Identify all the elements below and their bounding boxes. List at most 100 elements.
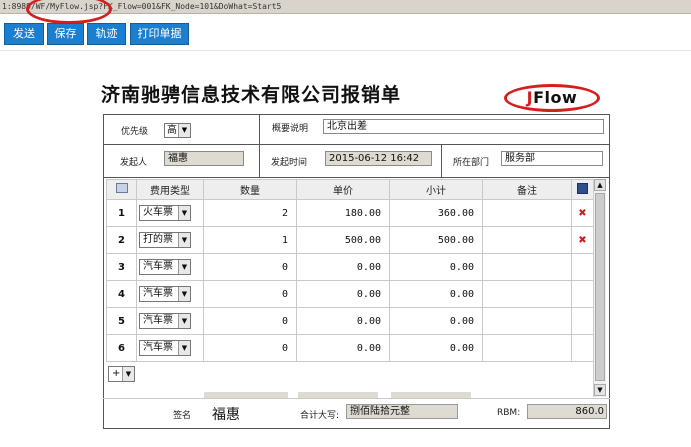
toolbar-divider	[0, 50, 691, 51]
price-cell[interactable]: 500.00	[296, 226, 390, 254]
table-row: 3 汽车票 ▼ 0 0.00 0.00	[106, 253, 594, 281]
note-cell[interactable]	[482, 334, 572, 362]
type-cell: 汽车票 ▼	[136, 280, 204, 308]
type-select[interactable]: 打的票 ▼	[139, 232, 191, 248]
delete-cell: ✖	[571, 199, 594, 227]
row-number: 1	[106, 199, 137, 227]
row-number: 4	[106, 280, 137, 308]
chevron-down-icon: ▼	[178, 260, 190, 274]
form-col-divider	[441, 144, 442, 177]
price-cell[interactable]: 0.00	[296, 334, 390, 362]
form-row-divider	[103, 144, 610, 145]
type-select[interactable]: 汽车票 ▼	[139, 286, 191, 302]
delete-cell	[571, 307, 594, 335]
save-button[interactable]: 保存	[47, 23, 84, 45]
subtotal-cell: 500.00	[389, 226, 483, 254]
subtotal-cell: 0.00	[389, 334, 483, 362]
price-cell[interactable]: 180.00	[296, 199, 390, 227]
jflow-logo: JFlow	[504, 84, 600, 112]
scroll-down-icon[interactable]: ▼	[594, 384, 606, 396]
note-header: 备注	[482, 179, 572, 200]
qty-header: 数量	[203, 179, 297, 200]
note-cell[interactable]	[482, 307, 572, 335]
initiator-label: 发起人	[120, 158, 148, 168]
toolbar: 发送 保存 轨迹 打印单据	[0, 20, 691, 46]
row-number: 2	[106, 226, 137, 254]
expense-table: 费用类型 数量 单价 小计 备注 1 火车票 ▼ 2 180.00 360.00 ✖ 2 打的票…	[106, 179, 594, 362]
form-row-divider	[103, 177, 610, 178]
chevron-down-icon: ▼	[178, 124, 190, 137]
qty-cell[interactable]: 2	[203, 199, 297, 227]
qty-cell[interactable]: 0	[203, 280, 297, 308]
priority-select[interactable]: 高 ▼	[164, 123, 191, 138]
start-time-field: 2015-06-12 16:42	[325, 151, 432, 166]
qty-cell[interactable]: 0	[203, 253, 297, 281]
qty-cell[interactable]: 1	[203, 226, 297, 254]
type-select[interactable]: 汽车票 ▼	[139, 313, 191, 329]
select-all-header[interactable]	[106, 179, 137, 200]
subtotal-header: 小计	[389, 179, 483, 200]
row-number: 5	[106, 307, 137, 335]
type-select[interactable]: 火车票 ▼	[139, 205, 191, 221]
qty-cell[interactable]: 0	[203, 334, 297, 362]
price-cell[interactable]: 0.00	[296, 307, 390, 335]
track-button[interactable]: 轨迹	[87, 23, 126, 45]
summary-input[interactable]: 北京出差	[323, 119, 604, 134]
table-row: 6 汽车票 ▼ 0 0.00 0.00	[106, 334, 594, 362]
chevron-down-icon: ▼	[178, 233, 190, 247]
grid-icon	[115, 183, 128, 193]
save-rows-header[interactable]	[571, 179, 594, 200]
price-cell[interactable]: 0.00	[296, 280, 390, 308]
total-upper-field: 捌佰陆拾元整	[346, 404, 458, 419]
chevron-down-icon: ▼	[178, 341, 190, 355]
add-row-select[interactable]: + ▼	[108, 366, 135, 382]
qty-cell[interactable]: 0	[203, 307, 297, 335]
type-cell: 汽车票 ▼	[136, 253, 204, 281]
scrollbar-thumb[interactable]	[595, 193, 605, 381]
type-select[interactable]: 汽车票 ▼	[139, 340, 191, 356]
type-cell: 打的票 ▼	[136, 226, 204, 254]
delete-x-icon[interactable]: ✖	[578, 208, 586, 219]
row-number: 6	[106, 334, 137, 362]
department-field[interactable]: 服务部	[501, 151, 603, 166]
total-upper-label: 合计大写:	[300, 411, 340, 421]
rmb-total-field: 860.0	[527, 404, 607, 419]
subtotal-cell: 0.00	[389, 307, 483, 335]
table-scrollbar[interactable]: ▲ ▼	[593, 179, 606, 397]
row-number: 3	[106, 253, 137, 281]
table-row: 5 汽车票 ▼ 0 0.00 0.00	[106, 307, 594, 335]
scroll-up-icon[interactable]: ▲	[594, 179, 606, 191]
table-header-row: 费用类型 数量 单价 小计 备注	[106, 179, 594, 200]
print-button[interactable]: 打印单据	[130, 23, 189, 45]
type-cell: 火车票 ▼	[136, 199, 204, 227]
delete-cell	[571, 253, 594, 281]
table-row: 1 火车票 ▼ 2 180.00 360.00 ✖	[106, 199, 594, 227]
note-cell[interactable]	[482, 199, 572, 227]
chevron-down-icon: ▼	[178, 206, 190, 220]
send-button[interactable]: 发送	[4, 23, 44, 45]
department-label: 所在部门	[453, 158, 490, 168]
priority-label: 优先级	[121, 127, 149, 137]
subtotal-cell: 0.00	[389, 253, 483, 281]
delete-x-icon[interactable]: ✖	[578, 235, 586, 246]
price-cell[interactable]: 0.00	[296, 253, 390, 281]
floppy-disk-icon[interactable]	[577, 182, 588, 194]
type-cell: 汽车票 ▼	[136, 307, 204, 335]
signature: 福惠	[212, 407, 240, 423]
note-cell[interactable]	[482, 226, 572, 254]
form-title: 济南驰骋信息技术有限公司报销单	[101, 84, 402, 106]
form-col-divider	[259, 114, 260, 177]
type-select[interactable]: 汽车票 ▼	[139, 259, 191, 275]
type-cell: 汽车票 ▼	[136, 334, 204, 362]
subtotal-cell: 0.00	[389, 280, 483, 308]
subtotal-cell: 360.00	[389, 199, 483, 227]
delete-cell: ✖	[571, 226, 594, 254]
initiator-field: 福惠	[164, 151, 244, 166]
note-cell[interactable]	[482, 280, 572, 308]
expense-table-container: 费用类型 数量 单价 小计 备注 1 火车票 ▼ 2 180.00 360.00 ✖ 2 打的票…	[106, 179, 606, 397]
start-time-label: 发起时间	[271, 158, 308, 168]
note-cell[interactable]	[482, 253, 572, 281]
delete-cell	[571, 280, 594, 308]
footer-divider	[103, 398, 610, 399]
delete-cell	[571, 334, 594, 362]
